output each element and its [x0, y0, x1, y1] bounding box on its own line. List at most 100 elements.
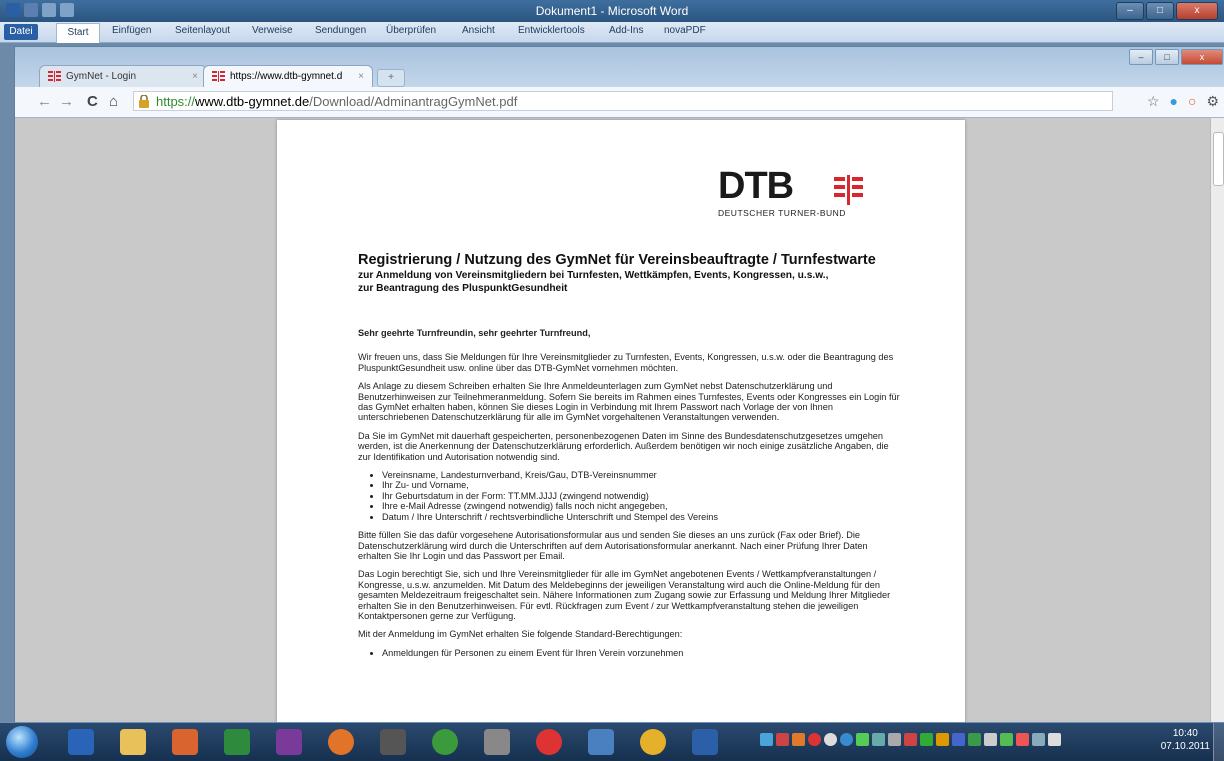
tray-icon[interactable]: [760, 733, 773, 746]
pdf-viewer: DTB DEUTSCHER TURNER-BUND Registrierung …: [15, 118, 1224, 723]
show-desktop-button[interactable]: [1213, 723, 1224, 761]
excel-icon[interactable]: [224, 729, 250, 755]
tray-icon[interactable]: [792, 733, 805, 746]
start-button[interactable]: [6, 726, 38, 758]
maximize-button[interactable]: □: [1146, 2, 1174, 20]
app-icon[interactable]: [536, 729, 562, 755]
tab-ueberpruefen[interactable]: Überprüfen: [386, 25, 436, 36]
tray-icon[interactable]: [936, 733, 949, 746]
paragraph-6: Mit der Anmeldung im GymNet erhalten Sie…: [358, 629, 683, 640]
chrome-icon[interactable]: [640, 729, 666, 755]
tab-gymnet-login[interactable]: GymNet - Login ×: [39, 65, 207, 87]
tab-close-icon[interactable]: ×: [192, 66, 198, 88]
minimize-button[interactable]: –: [1116, 2, 1144, 20]
tray-icon[interactable]: [920, 733, 933, 746]
list-item: Anmeldungen für Personen zu einem Event …: [382, 648, 900, 658]
tab-novapdf[interactable]: novaPDF: [664, 25, 706, 36]
list-item: Ihre e-Mail Adresse (zwingend notwendig)…: [382, 501, 900, 511]
chrome-minimize-button[interactable]: –: [1129, 49, 1153, 65]
chrome-close-button[interactable]: x: [1181, 49, 1223, 65]
paragraph-1: Wir freuen uns, dass Sie Meldungen für I…: [358, 352, 894, 373]
url-host: www.dtb-gymnet.de: [195, 94, 310, 109]
reload-icon[interactable]: C: [87, 93, 98, 110]
list-item: Ihr Geburtsdatum in der Form: TT.MM.JJJJ…: [382, 491, 900, 501]
tray-icon[interactable]: [776, 733, 789, 746]
system-tray: [760, 733, 1061, 746]
firefox-icon[interactable]: [328, 729, 354, 755]
outlook-icon[interactable]: [68, 729, 94, 755]
tray-icon[interactable]: [968, 733, 981, 746]
tab-sendungen[interactable]: Sendungen: [315, 25, 366, 36]
tab-pdf[interactable]: https://www.dtb-gymnet.d ×: [203, 65, 373, 87]
subtitle-line-2: zur Beantragung des PluspunktGesundheit: [358, 283, 568, 294]
logo-text: DTB: [718, 165, 794, 207]
close-button[interactable]: x: [1176, 2, 1218, 20]
back-icon[interactable]: ←: [37, 93, 52, 110]
list-item: Vereinsname, Landesturnverband, Kreis/Ga…: [382, 470, 900, 480]
word-titlebar: Dokument1 - Microsoft Word – □ x: [0, 0, 1224, 22]
tray-icon[interactable]: [872, 733, 885, 746]
permissions-list: Anmeldungen für Personen zu einem Event …: [358, 648, 900, 658]
tray-icon[interactable]: [808, 733, 821, 746]
word-taskbar-icon[interactable]: [692, 729, 718, 755]
forward-icon[interactable]: →: [59, 93, 74, 110]
tab-entwicklertools[interactable]: Entwicklertools: [518, 25, 585, 36]
tab-strip: GymNet - Login × https://www.dtb-gymnet.…: [15, 47, 1224, 87]
tab-addins[interactable]: Add-Ins: [609, 25, 643, 36]
tray-icon[interactable]: [1016, 733, 1029, 746]
chrome-restore-button[interactable]: □: [1155, 49, 1179, 65]
tab-close-icon[interactable]: ×: [358, 66, 364, 88]
dtb-favicon: [48, 71, 61, 82]
tray-icon[interactable]: [840, 733, 853, 746]
clock-time: 10:40: [1172, 728, 1198, 739]
opera-icon[interactable]: ○: [1188, 93, 1196, 110]
paragraph-3: Da Sie im GymNet mit dauerhaft gespeiche…: [358, 430, 889, 462]
document-title: Registrierung / Nutzung des GymNet für V…: [358, 252, 876, 268]
ribbon-tabs: Datei Start Einfügen Seitenlayout Verwei…: [0, 22, 1224, 43]
tab-seitenlayout[interactable]: Seitenlayout: [175, 25, 230, 36]
scrollbar-thumb[interactable]: [1213, 132, 1224, 186]
browser-toolbar: ← → C ⌂ https://www.dtb-gymnet.de/Downlo…: [15, 87, 1224, 118]
pdf-page: DTB DEUTSCHER TURNER-BUND Registrierung …: [277, 120, 965, 723]
app-icon[interactable]: [588, 729, 614, 755]
url-path: /Download/AdminantragGymNet.pdf: [309, 94, 518, 109]
tray-icon[interactable]: [856, 733, 869, 746]
dtb-symbol-icon: [834, 175, 863, 205]
tab-einfuegen[interactable]: Einfügen: [112, 25, 151, 36]
tab-start[interactable]: Start: [56, 23, 100, 43]
tray-icon[interactable]: [888, 733, 901, 746]
app-icon[interactable]: [380, 729, 406, 755]
paragraph-5: Das Login berechtigt Sie, sich und Ihre …: [358, 569, 891, 621]
document-subtitle: zur Anmeldung von Vereinsmitgliedern bei…: [358, 269, 918, 295]
tray-icon[interactable]: [1032, 733, 1045, 746]
tab-label: GymNet - Login: [66, 71, 137, 82]
extension-icon[interactable]: ●: [1170, 93, 1178, 110]
speaker-icon[interactable]: [1048, 733, 1061, 746]
list-item: Ihr Zu- und Vorname,: [382, 480, 900, 490]
home-icon[interactable]: ⌂: [109, 93, 118, 110]
onenote-icon[interactable]: [276, 729, 302, 755]
paragraph-2: Als Anlage zu diesem Schreiben erhalten …: [358, 381, 900, 423]
tab-datei[interactable]: Datei: [4, 24, 38, 40]
explorer-icon[interactable]: [120, 729, 146, 755]
bookmark-star-icon[interactable]: ☆: [1147, 93, 1160, 110]
volume-icon[interactable]: [984, 733, 997, 746]
logo-subtitle: DEUTSCHER TURNER-BUND: [718, 208, 846, 218]
tab-ansicht[interactable]: Ansicht: [462, 25, 495, 36]
tab-verweise[interactable]: Verweise: [252, 25, 293, 36]
tray-icon[interactable]: [952, 733, 965, 746]
vertical-scrollbar[interactable]: [1210, 118, 1224, 723]
dtb-logo: DTB DEUTSCHER TURNER-BUND: [718, 165, 863, 218]
window-title: Dokument1 - Microsoft Word: [535, 4, 689, 18]
powerpoint-icon[interactable]: [172, 729, 198, 755]
system-clock[interactable]: 10:40 07.10.2011: [1161, 727, 1210, 753]
app-icon[interactable]: [484, 729, 510, 755]
wrench-icon[interactable]: ⚙: [1206, 93, 1219, 110]
network-icon[interactable]: [1000, 733, 1013, 746]
address-bar[interactable]: https://www.dtb-gymnet.de/Download/Admin…: [133, 91, 1113, 111]
new-tab-button[interactable]: +: [377, 69, 405, 87]
app-icon[interactable]: [432, 729, 458, 755]
tray-icon[interactable]: [824, 733, 837, 746]
dtb-favicon: [212, 71, 225, 82]
tray-icon[interactable]: [904, 733, 917, 746]
